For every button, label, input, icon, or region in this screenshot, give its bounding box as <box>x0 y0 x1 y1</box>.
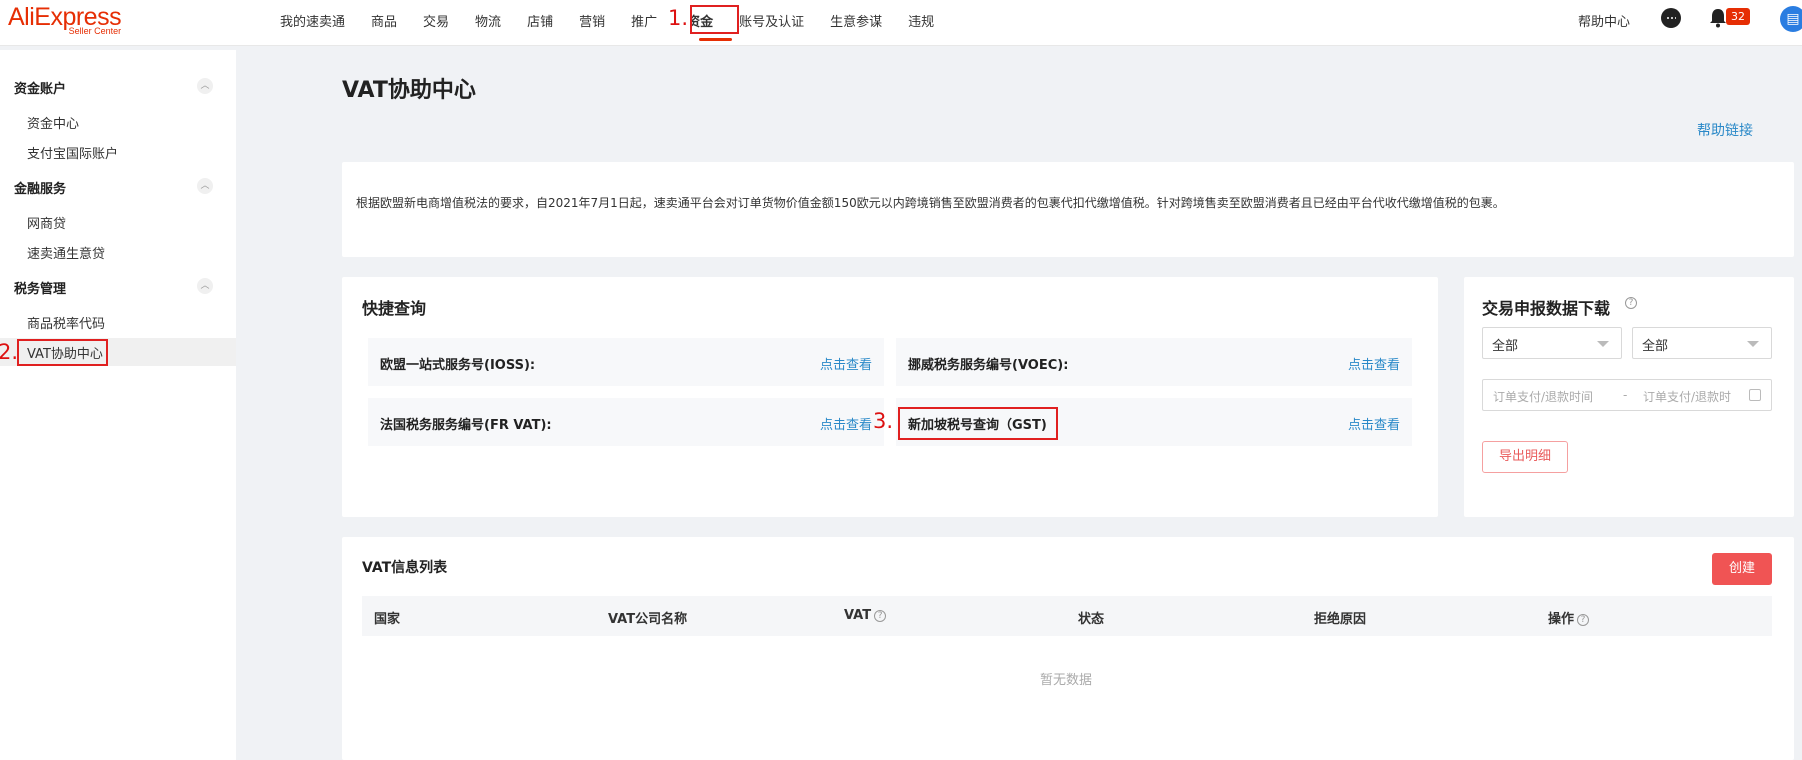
voec-label: 挪威税务服务编号(VOEC): <box>908 358 1069 373</box>
aliexpress-logo[interactable]: AliExpress Seller Center <box>8 4 122 36</box>
vat-list-title: VAT信息列表 <box>362 560 448 576</box>
quick-query-title: 快捷查询 <box>362 299 427 318</box>
nav-item-my-aliexpress[interactable]: 我的速卖通 <box>280 11 345 30</box>
nav-item-business-advisor[interactable]: 生意参谋 <box>830 11 882 30</box>
export-detail-button[interactable]: 导出明细 <box>1482 441 1568 473</box>
help-icon[interactable]: ? <box>1577 614 1590 626</box>
sidebar-item-tax-code[interactable]: 商品税率代码 <box>27 313 105 332</box>
sidebar-item-mybank-loan[interactable]: 网商贷 <box>27 213 66 232</box>
ioss-label: 欧盟一站式服务号(IOSS): <box>380 358 536 373</box>
notification-badge: 32 <box>1726 8 1750 25</box>
nav-item-marketing[interactable]: 营销 <box>579 11 605 30</box>
filter-select-2[interactable]: 全部 <box>1632 327 1772 359</box>
chevron-up-icon[interactable]: ︿ <box>197 278 213 294</box>
column-country: 国家 <box>374 612 401 627</box>
gst-highlight-box <box>898 407 1058 440</box>
nav-item-logistics[interactable]: 物流 <box>475 11 501 30</box>
filter-select-2-value: 全部 <box>1642 339 1669 354</box>
nav-active-underline <box>699 38 732 41</box>
page-title: VAT协助中心 <box>342 78 476 103</box>
date-start-input[interactable]: 订单支付/退款时间 <box>1493 388 1593 405</box>
sidebar-group-fund-account[interactable]: 资金账户 <box>14 78 66 97</box>
quick-query-card: 快捷查询 <box>342 277 1438 517</box>
sidebar-group-tax[interactable]: 税务管理 <box>14 278 66 297</box>
sidebar-highlight-box <box>17 339 108 366</box>
nav-item-account[interactable]: 账号及认证 <box>739 11 804 30</box>
nav-item-products[interactable]: 商品 <box>371 11 397 30</box>
column-reject-reason: 拒绝原因 <box>1314 612 1367 627</box>
column-vat: VAT? <box>844 608 887 623</box>
help-icon[interactable]: ? <box>874 610 887 622</box>
sidebar-item-alipay-intl[interactable]: 支付宝国际账户 <box>27 143 118 162</box>
main-nav: 我的速卖通 商品 交易 物流 店铺 营销 推广 资金 账号及认证 生意参谋 违规 <box>280 0 960 40</box>
voec-view-link[interactable]: 点击查看 <box>1348 354 1400 373</box>
message-icon[interactable] <box>1661 8 1681 28</box>
sidebar-group-finance[interactable]: 金融服务 <box>14 178 66 197</box>
sidebar-item-fund-center[interactable]: 资金中心 <box>27 113 79 132</box>
fr-vat-view-link[interactable]: 点击查看 <box>820 414 872 433</box>
chevron-up-icon[interactable]: ︿ <box>197 78 213 94</box>
download-title: 交易申报数据下载 <box>1482 299 1611 318</box>
date-range-picker[interactable]: 订单支付/退款时间 - 订单支付/退款时 <box>1482 379 1772 411</box>
step-2-annotation: 2. <box>0 340 19 364</box>
vat-list-card: VAT信息列表 <box>342 537 1794 760</box>
chevron-up-icon[interactable]: ︿ <box>197 178 213 194</box>
caret-down-icon <box>1747 341 1759 347</box>
chat-icon[interactable]: ▤ <box>1780 6 1802 32</box>
column-vat-company: VAT公司名称 <box>608 612 688 627</box>
column-actions-label: 操作 <box>1548 612 1575 627</box>
nav-item-promotion[interactable]: 推广 <box>631 11 657 30</box>
help-link[interactable]: 帮助链接 <box>1697 120 1753 140</box>
help-center-link[interactable]: 帮助中心 <box>1578 11 1630 30</box>
query-row-ioss: 欧盟一站式服务号(IOSS): 点击查看 <box>368 338 884 386</box>
query-row-fr-vat: 法国税务服务编号(FR VAT): 点击查看 <box>368 398 884 446</box>
column-status: 状态 <box>1078 612 1105 627</box>
step-1-annotation: 1. <box>666 6 691 30</box>
sidebar: 资金账户 ︿ 资金中心 支付宝国际账户 金融服务 ︿ 网商贷 速卖通生意贷 税务… <box>0 50 236 760</box>
vat-table-header: 国家 VAT公司名称 VAT? 状态 拒绝原因 操作? <box>362 596 1772 636</box>
column-actions: 操作? <box>1548 608 1590 627</box>
create-button[interactable]: 创建 <box>1712 553 1772 585</box>
fr-vat-label: 法国税务服务编号(FR VAT): <box>380 418 552 433</box>
filter-select-1-value: 全部 <box>1492 339 1519 354</box>
nav-item-store[interactable]: 店铺 <box>527 11 553 30</box>
ioss-view-link[interactable]: 点击查看 <box>820 354 872 373</box>
column-vat-label: VAT <box>844 608 872 623</box>
vat-notice-text: 根据欧盟新电商增值税法的要求，自2021年7月1日起，速卖通平台会对订单货物价值… <box>356 196 1505 210</box>
sidebar-item-aliexpress-loan[interactable]: 速卖通生意贷 <box>27 243 105 262</box>
date-end-input[interactable]: 订单支付/退款时 <box>1643 388 1731 405</box>
calendar-icon[interactable] <box>1749 389 1761 401</box>
date-separator: - <box>1623 388 1628 402</box>
empty-state-text: 暂无数据 <box>1040 673 1093 688</box>
caret-down-icon <box>1597 341 1609 347</box>
step-3-annotation: 3. <box>873 409 894 433</box>
gst-view-link[interactable]: 点击查看 <box>1348 414 1400 433</box>
nav-item-violations[interactable]: 违规 <box>908 11 934 30</box>
nav-highlight-box <box>690 5 739 34</box>
help-icon[interactable]: ? <box>1625 297 1637 309</box>
notice-card: 根据欧盟新电商增值税法的要求，自2021年7月1日起，速卖通平台会对订单货物价值… <box>342 162 1794 257</box>
nav-item-orders[interactable]: 交易 <box>423 11 449 30</box>
top-navbar: AliExpress Seller Center 我的速卖通 商品 交易 物流 … <box>0 0 1802 46</box>
filter-select-1[interactable]: 全部 <box>1482 327 1622 359</box>
query-row-voec: 挪威税务服务编号(VOEC): 点击查看 <box>896 338 1412 386</box>
